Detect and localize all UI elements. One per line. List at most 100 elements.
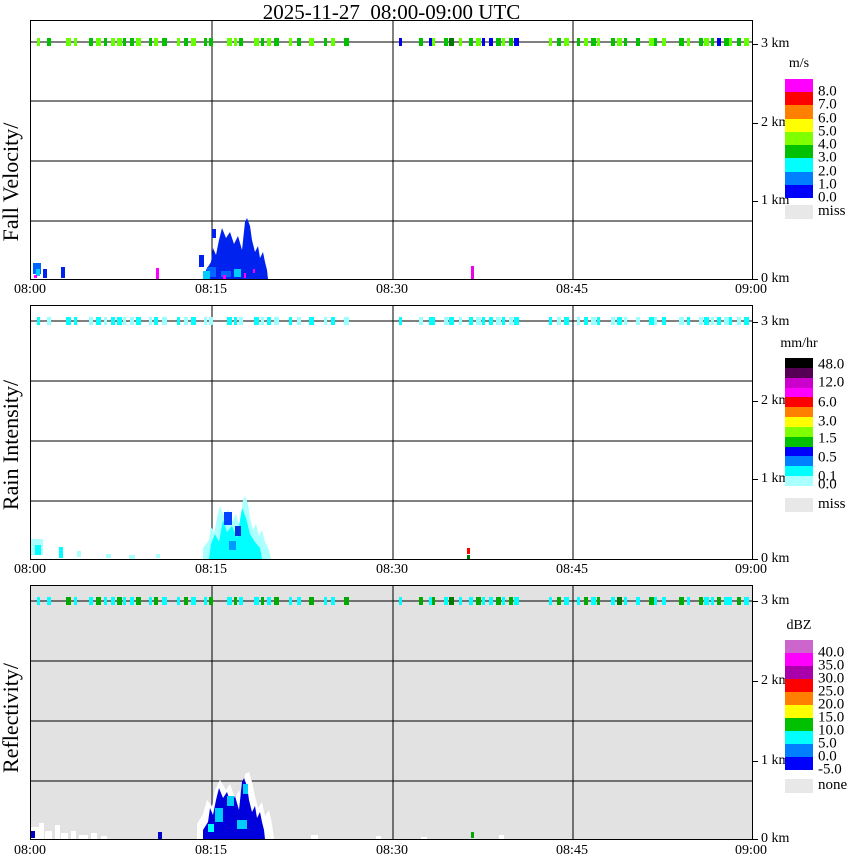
echo-tick — [489, 317, 493, 325]
echo-tick — [89, 38, 93, 46]
echo-tick — [227, 38, 232, 46]
echo-tick — [66, 317, 71, 325]
height-tick — [752, 401, 758, 402]
height-tick-label: 3 km — [761, 593, 790, 608]
plot-title: 2025-11-27 08:00-09:00 UTC — [262, 0, 521, 24]
echo-tick — [96, 38, 101, 46]
echo-tick — [154, 38, 158, 46]
echo-tick — [489, 38, 493, 46]
echo-tick — [591, 317, 596, 325]
time-tick-label: 08:30 — [376, 562, 408, 577]
echo-tick — [496, 597, 501, 605]
echo-tick — [649, 597, 654, 605]
echo-tick — [584, 317, 588, 325]
echo-tick — [37, 38, 40, 46]
echo-tick — [123, 38, 126, 46]
height-tick — [752, 201, 758, 202]
echo-tick — [117, 597, 122, 605]
echo-tick — [711, 38, 714, 46]
echo-tick — [227, 597, 232, 605]
echo-tick — [111, 597, 115, 605]
echo-tick — [254, 597, 259, 605]
echo-tick — [66, 38, 71, 46]
echo-tick — [564, 597, 569, 605]
echo-tick — [324, 38, 327, 46]
echo-tick — [584, 38, 588, 46]
echo-tick — [444, 38, 448, 46]
echo-tick — [711, 317, 714, 325]
echo-tick — [234, 597, 237, 605]
echo-tick — [699, 38, 703, 46]
echo-tick — [724, 317, 729, 325]
rain-intensity-echo-shapes — [31, 306, 752, 559]
colorbar-miss-swatch — [785, 779, 813, 793]
echo-tick — [254, 317, 259, 325]
echo-tick — [267, 597, 271, 605]
echo-tick — [162, 38, 167, 46]
echo-tick — [96, 597, 101, 605]
echo-pixel — [55, 825, 60, 839]
echo-tick — [191, 597, 196, 605]
echo-tick — [261, 597, 264, 605]
echo-tick — [597, 317, 600, 325]
echo-pixel — [45, 831, 52, 839]
echo-tick — [104, 38, 107, 46]
echo-pixel — [244, 273, 246, 278]
echo-tick — [289, 317, 292, 325]
echo-tick — [344, 317, 349, 325]
echo-pixel — [223, 275, 226, 279]
echo-tick — [557, 38, 561, 46]
time-axis-fall-velocity: 08:00 08:15 08:30 08:45 09:00 — [14, 282, 767, 298]
echo-tick — [130, 317, 134, 325]
echo-tick — [47, 597, 51, 605]
echo-tick — [514, 38, 519, 46]
echo-pixel — [421, 837, 427, 839]
colorbar-rain-intensity: mm/hr 48.0 12.0 6.0 3.0 1.5 0.5 0.1 0.0 miss — [780, 336, 850, 514]
echo-tick — [482, 317, 485, 325]
echo-tick — [557, 317, 561, 325]
echo-tick — [611, 38, 615, 46]
echo-tick — [331, 317, 335, 325]
echo-pixel — [77, 551, 81, 557]
echo-tick — [617, 317, 622, 325]
echo-tick — [324, 317, 327, 325]
echo-tick — [123, 317, 126, 325]
colorbar-tick-value: 12.0 — [818, 374, 845, 391]
echo-tick — [47, 317, 51, 325]
height-tick — [752, 761, 758, 762]
time-tick-label: 08:30 — [376, 282, 408, 297]
echo-tick — [267, 317, 271, 325]
echo-tick — [154, 597, 158, 605]
echo-tick — [744, 38, 749, 46]
echo-tick — [654, 38, 657, 46]
echo-tick — [584, 597, 588, 605]
echo-tick — [737, 597, 741, 605]
echo-pixel — [91, 833, 97, 839]
echo-tick — [239, 38, 243, 46]
height-tick-label: 3 km — [761, 36, 790, 51]
echo-tick — [514, 317, 519, 325]
echo-tick — [717, 597, 721, 605]
echo-tick — [469, 597, 473, 605]
echo-tick — [123, 597, 126, 605]
echo-tick — [419, 597, 423, 605]
colorbar-tick-value: 3.0 — [818, 413, 837, 430]
echo-tick — [737, 317, 741, 325]
echo-tick — [724, 597, 729, 605]
echo-tick — [577, 317, 580, 325]
echo-pixel — [59, 547, 63, 558]
echo-tick — [469, 38, 473, 46]
mrr-quicklook-page: 2025-11-27 08:00-09:00 UTC Fall Velocity… — [0, 0, 850, 868]
echo-tick — [117, 38, 122, 46]
ylabel-fall-velocity: Fall Velocity/ — [0, 122, 23, 242]
echo-tick — [509, 38, 513, 46]
colorbar-unit-label: m/s — [788, 56, 810, 71]
height-tick-label: 3 km — [761, 314, 790, 329]
echo-tick — [254, 38, 259, 46]
echo-tick — [191, 38, 196, 46]
echo-tick — [209, 597, 213, 605]
echo-tick — [611, 597, 615, 605]
echo-tick — [591, 38, 596, 46]
echo-tick — [564, 38, 569, 46]
echo-tick — [549, 317, 552, 325]
